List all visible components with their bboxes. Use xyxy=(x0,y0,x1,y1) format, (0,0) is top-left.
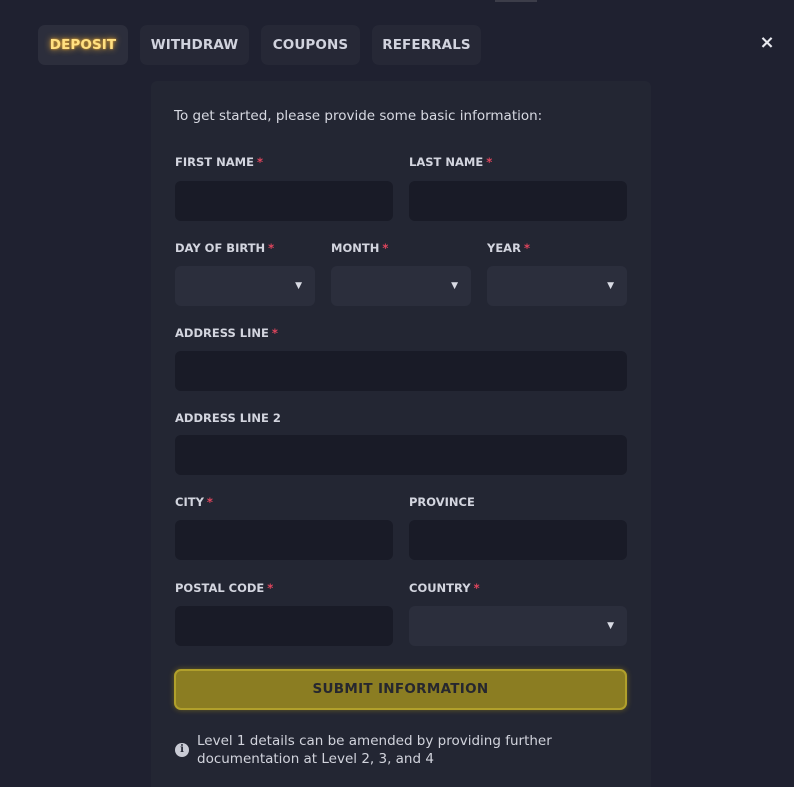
address-line-2-label-text: ADDRESS LINE 2 xyxy=(175,411,281,425)
required-marker: * xyxy=(206,495,213,509)
close-icon[interactable]: × xyxy=(757,32,777,54)
first-name-input[interactable] xyxy=(175,181,393,221)
postal-code-label: POSTAL CODE * xyxy=(175,581,273,595)
info-note-text: Level 1 details can be amended by provid… xyxy=(197,733,552,767)
province-label-text: PROVINCE xyxy=(409,495,475,509)
address-line-field[interactable] xyxy=(175,351,627,391)
required-marker: * xyxy=(268,241,275,255)
day-of-birth-label-text: DAY OF BIRTH xyxy=(175,241,266,255)
submit-information-button[interactable]: SUBMIT INFORMATION xyxy=(174,669,627,710)
address-line-2-label: ADDRESS LINE 2 xyxy=(175,411,281,425)
required-marker: * xyxy=(486,155,493,169)
top-strip-divider xyxy=(495,0,537,2)
last-name-field[interactable] xyxy=(409,181,627,221)
address-line-2-input[interactable] xyxy=(175,435,627,475)
last-name-input[interactable] xyxy=(409,181,627,221)
chevron-down-icon: ▼ xyxy=(451,281,458,291)
first-name-label-text: FIRST NAME xyxy=(175,155,254,169)
year-label-text: YEAR xyxy=(487,241,521,255)
month-select[interactable]: ▼ xyxy=(331,266,471,306)
day-of-birth-label: DAY OF BIRTH * xyxy=(175,241,274,255)
day-of-birth-select[interactable]: ▼ xyxy=(175,266,315,306)
province-label: PROVINCE xyxy=(409,495,475,509)
chevron-down-icon: ▼ xyxy=(607,621,614,631)
address-line-input[interactable] xyxy=(175,351,627,391)
tab-withdraw[interactable]: WITHDRAW xyxy=(140,25,249,65)
address-line-label: ADDRESS LINE * xyxy=(175,326,278,340)
chevron-down-icon: ▼ xyxy=(295,281,302,291)
required-marker: * xyxy=(473,581,480,595)
required-marker: * xyxy=(256,155,263,169)
year-label: YEAR * xyxy=(487,241,530,255)
required-marker: * xyxy=(267,581,274,595)
month-label-text: MONTH xyxy=(331,241,380,255)
city-input[interactable] xyxy=(175,520,393,560)
city-label-text: CITY xyxy=(175,495,204,509)
tab-referrals[interactable]: REFERRALS xyxy=(372,25,481,65)
city-label: CITY * xyxy=(175,495,213,509)
country-label: COUNTRY * xyxy=(409,581,480,595)
country-select[interactable]: ▼ xyxy=(409,606,627,646)
required-marker: * xyxy=(382,241,389,255)
form-intro-text: To get started, please provide some basi… xyxy=(174,108,543,124)
first-name-label: FIRST NAME * xyxy=(175,155,263,169)
postal-code-field[interactable] xyxy=(175,606,393,646)
province-input[interactable] xyxy=(409,520,627,560)
month-label: MONTH * xyxy=(331,241,388,255)
required-marker: * xyxy=(271,326,278,340)
required-marker: * xyxy=(523,241,530,255)
info-icon: i xyxy=(175,743,189,757)
postal-code-label-text: POSTAL CODE xyxy=(175,581,265,595)
address-line-label-text: ADDRESS LINE xyxy=(175,326,269,340)
first-name-field[interactable] xyxy=(175,181,393,221)
postal-code-input[interactable] xyxy=(175,606,393,646)
last-name-label: LAST NAME * xyxy=(409,155,492,169)
chevron-down-icon: ▼ xyxy=(607,281,614,291)
tab-coupons[interactable]: COUPONS xyxy=(261,25,360,65)
address-line-2-field[interactable] xyxy=(175,435,627,475)
last-name-label-text: LAST NAME xyxy=(409,155,484,169)
country-label-text: COUNTRY xyxy=(409,581,471,595)
city-field[interactable] xyxy=(175,520,393,560)
year-select[interactable]: ▼ xyxy=(487,266,627,306)
province-field[interactable] xyxy=(409,520,627,560)
tab-deposit[interactable]: DEPOSIT xyxy=(38,25,128,65)
